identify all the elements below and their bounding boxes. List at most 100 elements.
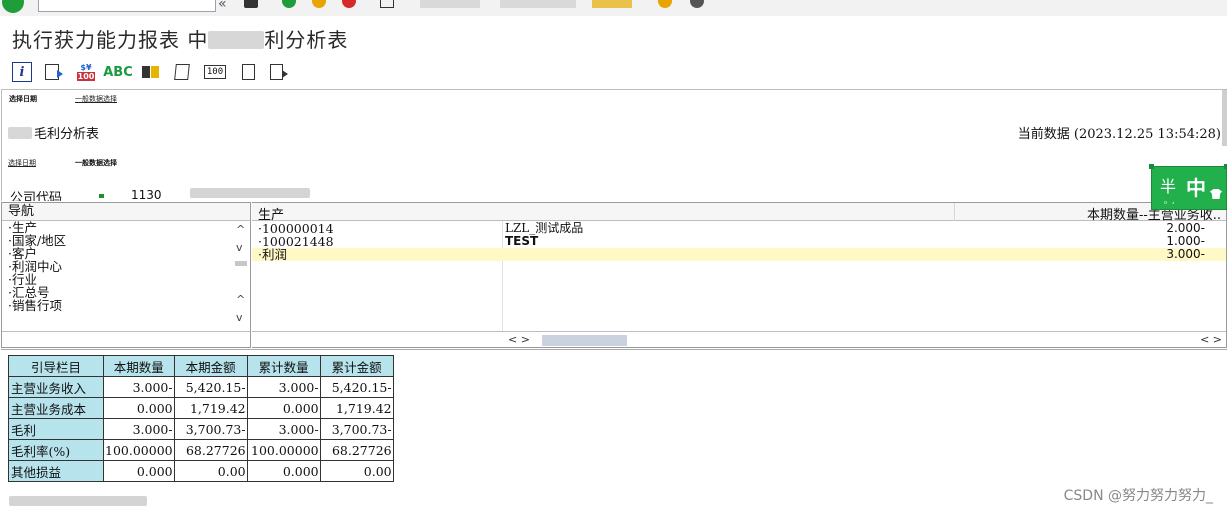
redacted-company-name — [190, 188, 310, 198]
general-select-link[interactable]: 一般数据选择 — [75, 158, 117, 168]
exit-icon[interactable] — [312, 0, 326, 8]
system-toolbar: « — [0, 0, 1227, 16]
summary-row-label: 毛利 — [8, 418, 104, 440]
report-header: 选择日期 一般数据选择 毛利分析表 当前数据 (2023.12.25 13:54… — [1, 89, 1227, 201]
command-field[interactable] — [38, 0, 216, 12]
watermark: CSDN @努力努力努力_ — [1063, 488, 1213, 504]
summary-col-acc-amt: 累计金额 — [319, 355, 394, 377]
resize-handle[interactable] — [1149, 164, 1154, 169]
find-icons[interactable] — [420, 0, 480, 8]
currency-icon-top: $¥ — [80, 63, 92, 72]
report-title-text: 毛利分析表 — [34, 127, 100, 142]
company-code-label: 公司代码 — [10, 191, 63, 201]
cancel-icon[interactable] — [342, 0, 356, 8]
report-title: 毛利分析表 — [8, 123, 99, 142]
summary-cell: 3.000- — [103, 376, 175, 398]
summary-cell: 5,420.15- — [319, 376, 394, 398]
table-row[interactable]: ·100000014 LZL_测试成品 2.000- — [252, 222, 1226, 236]
ime-skin-icon[interactable] — [1210, 189, 1222, 199]
currency-icon[interactable]: $¥ 100 — [76, 62, 96, 82]
summary-row-label: 毛利率(%) — [8, 439, 104, 461]
company-code-value: 1130 — [131, 188, 162, 201]
redacted-text — [208, 31, 265, 49]
navigation-scrollbar[interactable]: ^ v ^ v — [233, 221, 250, 329]
summary-row: 毛利 3.000- 3,700.73- 3.000- 3,700.73- — [8, 418, 394, 440]
current-data-timestamp: 当前数据 (2023.12.25 13:54:28) — [1017, 127, 1221, 142]
page-navigation-icons[interactable] — [500, 0, 576, 8]
summary-col-cur-amt: 本期金额 — [173, 355, 248, 377]
summary-cell: 68.27726 — [319, 439, 394, 461]
select-date-link-top[interactable]: 选择日期 — [9, 94, 37, 104]
summary-row-label: 主营业务成本 — [8, 397, 104, 419]
summary-cell: 3.000- — [246, 376, 321, 398]
ime-chinese-mode-label[interactable]: 中 — [1186, 172, 1206, 201]
summary-cell: 1,719.42 — [173, 397, 248, 419]
nav-item-sales-line[interactable]: ·销售行项 — [2, 299, 232, 312]
navigation-panel: 导航 ·生产 ·国家/地区 ·客户 ·利润中心 ·行业 ·汇总号 ·销售行项 ^… — [1, 202, 251, 348]
summary-row-label: 主营业务收入 — [8, 376, 104, 398]
settings-gear-icon[interactable] — [690, 0, 704, 8]
help-icon[interactable] — [658, 0, 672, 8]
header-scrollbar[interactable] — [1222, 90, 1227, 146]
info-icon[interactable]: i — [12, 62, 32, 82]
abc-glyph: ABC — [103, 64, 133, 80]
company-code-indicator-icon — [99, 194, 104, 198]
horizontal-scroll-thumb[interactable] — [542, 335, 627, 346]
summary-row: 毛利率(%) 100.00000 68.27726 100.00000 68.2… — [8, 439, 394, 461]
table-row-total[interactable]: ·利润 3.000- — [252, 247, 1226, 262]
summary-col-cur-qty: 本期数量 — [103, 355, 175, 377]
scroll-left-right-icon[interactable]: < > — [1200, 333, 1222, 346]
hundred-icon[interactable]: 100 — [204, 65, 226, 79]
summary-cell: 5,420.15- — [173, 376, 248, 398]
print-icon[interactable] — [380, 0, 394, 8]
navigation-header: 导航 — [2, 203, 250, 221]
summary-cell: 3,700.73- — [173, 418, 248, 440]
summary-cell: 100.00000 — [246, 439, 321, 461]
summary-cell: 0.000 — [103, 460, 175, 482]
scroll-thumb[interactable] — [235, 261, 247, 266]
grid-header: 生产 本期数量--主营业务收.. — [252, 203, 1226, 223]
navigation-footer — [2, 331, 250, 347]
send-document-icon[interactable] — [266, 62, 288, 82]
currency-icon-bottom: 100 — [76, 72, 96, 81]
double-chevron-icon[interactable]: « — [218, 0, 227, 12]
spell-check-icon[interactable]: ABC — [103, 62, 133, 82]
ime-punctuation-icon[interactable]: 。, — [1164, 195, 1175, 206]
table-row[interactable]: ·100021448 TEST 1.000- — [252, 234, 1226, 249]
summary-row: 其他损益 0.000 0.00 0.000 0.00 — [8, 460, 394, 482]
edit-document-icon[interactable] — [172, 62, 192, 82]
summary-row: 主营业务成本 0.000 1,719.42 0.000 1,719.42 — [8, 397, 394, 419]
row-id: ·利润 — [258, 247, 287, 262]
document-icon[interactable] — [238, 62, 258, 82]
summary-cell: 3.000- — [103, 418, 175, 440]
shortcut-icon[interactable] — [592, 0, 632, 8]
summary-col-acc-qty: 累计数量 — [246, 355, 321, 377]
save-icon[interactable] — [244, 0, 258, 8]
summary-cell: 3,700.73- — [319, 418, 394, 440]
back-icon[interactable] — [282, 0, 296, 8]
scroll-down-icon[interactable]: v — [236, 311, 243, 324]
scroll-up-icon[interactable]: ^ — [236, 223, 245, 236]
window-title-part1: 执行获力能力报表 中 — [12, 28, 209, 52]
summary-cell: 0.000 — [103, 397, 175, 419]
summary-section: 引导栏目 本期数量 本期金额 累计数量 累计金额 主营业务收入 3.000- 5… — [1, 349, 1227, 517]
scroll-down-icon[interactable]: v — [236, 241, 243, 254]
navigation-list: ·生产 ·国家/地区 ·客户 ·利润中心 ·行业 ·汇总号 ·销售行项 — [2, 221, 232, 329]
ime-toolbar[interactable]: 半 。, 中 — [1149, 164, 1227, 210]
select-date-link[interactable]: 选择日期 — [8, 158, 36, 168]
summary-header-row: 引导栏目 本期数量 本期金额 累计数量 累计金额 — [8, 355, 394, 377]
scroll-up-icon[interactable]: ^ — [236, 293, 245, 306]
tools-icon[interactable] — [140, 62, 160, 82]
row-name: TEST — [505, 234, 539, 248]
export-icon[interactable] — [42, 62, 63, 82]
grid-horizontal-scrollbar[interactable]: < > < > — [252, 331, 1226, 347]
general-select-link-top[interactable]: 一般数据选择 — [75, 94, 117, 104]
scroll-left-right-icon[interactable]: < > — [508, 333, 530, 346]
enter-ok-icon[interactable] — [2, 0, 24, 13]
summary-table: 引导栏目 本期数量 本期金额 累计数量 累计金额 主营业务收入 3.000- 5… — [8, 355, 394, 482]
summary-cell: 0.00 — [319, 460, 394, 482]
summary-cell: 68.27726 — [173, 439, 248, 461]
summary-cell: 100.00000 — [103, 439, 175, 461]
data-grid: 生产 本期数量--主营业务收.. ·100000014 LZL_测试成品 2.0… — [252, 202, 1227, 348]
ime-half-width-label[interactable]: 半 — [1160, 173, 1176, 197]
